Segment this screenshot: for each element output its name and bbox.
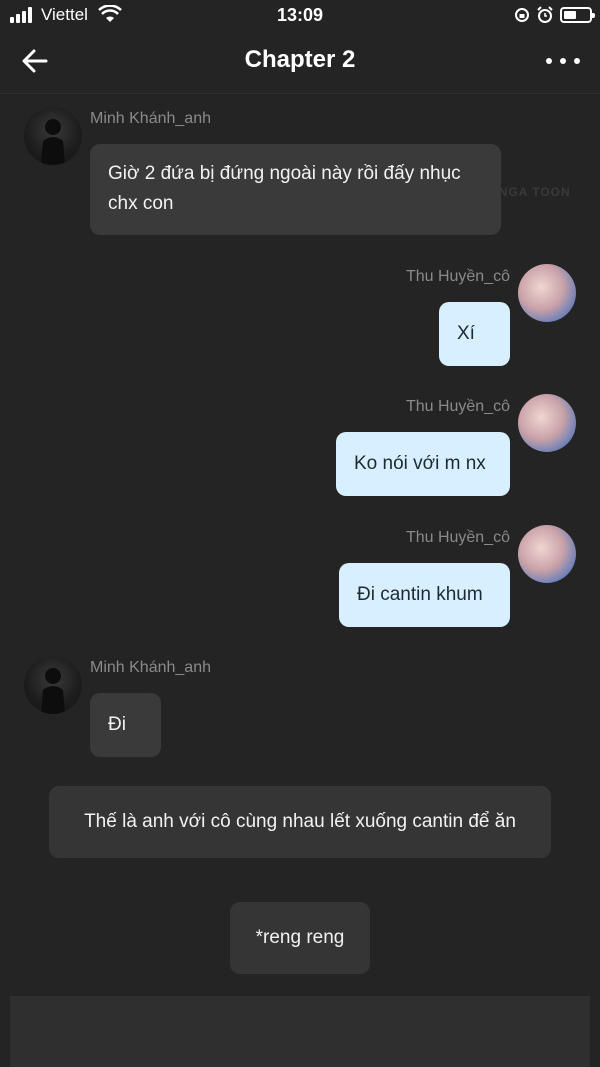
chapter-header: Chapter 2 (0, 32, 600, 94)
status-bar: Viettel 13:09 (0, 0, 600, 32)
sender-name: Thu Huyền_cô (405, 529, 510, 546)
dot-icon (574, 58, 580, 64)
avatar[interactable] (518, 525, 576, 583)
sender-name: Thu Huyền_cô (405, 268, 510, 285)
more-options-button[interactable] (546, 46, 580, 76)
page-title: Chapter 2 (244, 46, 356, 73)
dot-icon (560, 58, 566, 64)
person-silhouette-icon (41, 119, 65, 165)
alarm-icon (537, 6, 553, 23)
message-bubble: Giờ 2 đứa bị đứng ngoài này rồi đấy nhục… (90, 144, 501, 235)
person-silhouette-icon (41, 668, 65, 714)
sender-name: Thu Huyền_cô (405, 398, 510, 415)
battery-icon (560, 7, 595, 23)
avatar[interactable] (24, 656, 82, 714)
narration-bubble: Thế là anh với cô cùng nhau lết xuống ca… (49, 786, 551, 858)
avatar[interactable] (24, 107, 82, 165)
bottom-input-area[interactable] (10, 996, 590, 1067)
rotation-lock-icon (515, 8, 529, 22)
message-bubble: Đi cantin khum (339, 563, 510, 627)
narration-bubble: *reng reng (230, 902, 370, 974)
status-time: 13:09 (276, 5, 324, 25)
sender-name: Minh Khánh_anh (90, 110, 211, 127)
message-bubble: Ko nói với m nx (336, 432, 510, 496)
avatar[interactable] (518, 394, 576, 452)
sender-name: Minh Khánh_anh (90, 659, 211, 676)
avatar[interactable] (518, 264, 576, 322)
message-bubble: Xí (439, 302, 510, 366)
dot-icon (546, 58, 552, 64)
message-bubble: Đi (90, 693, 161, 757)
